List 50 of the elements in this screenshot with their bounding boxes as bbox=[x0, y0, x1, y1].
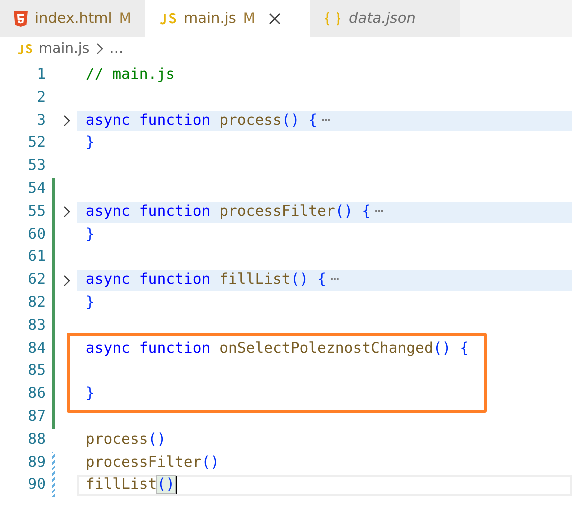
code-line: async function onSelectPoleznostChanged() { bbox=[86, 340, 470, 357]
code-line: fillList() bbox=[86, 476, 178, 494]
javascript-file-icon bbox=[159, 12, 177, 24]
code-line: processFilter() bbox=[86, 454, 220, 471]
tab-label: index.html bbox=[35, 10, 112, 26]
line-number: 88 bbox=[27, 430, 46, 450]
tab-label: main.js bbox=[184, 10, 236, 26]
fold-chevron-icon[interactable] bbox=[62, 274, 70, 287]
fold-chevron-icon[interactable] bbox=[62, 206, 70, 218]
line-number: 84 bbox=[27, 338, 46, 359]
line-number: 52 bbox=[27, 133, 46, 154]
line-number: 90 bbox=[27, 475, 46, 496]
line-number: 60 bbox=[27, 224, 46, 245]
code-line: } bbox=[86, 226, 95, 243]
code-line: async function fillList() { ⋯ bbox=[86, 271, 340, 288]
line-number: 55 bbox=[27, 202, 46, 222]
editor-tab[interactable]: main.js M bbox=[145, 0, 310, 37]
code-line: async function processFilter() { ⋯ bbox=[86, 202, 384, 220]
code-line: // main.js bbox=[86, 66, 176, 83]
code-line: async function process() { ⋯ bbox=[86, 112, 330, 129]
line-number: 61 bbox=[27, 247, 46, 268]
line-number: 1 bbox=[36, 65, 46, 85]
code-line: } bbox=[86, 385, 95, 402]
braces-icon bbox=[324, 12, 342, 26]
line-number: 89 bbox=[27, 452, 46, 473]
editor-tab[interactable]: data.json bbox=[310, 0, 460, 37]
code-line: } bbox=[86, 134, 95, 152]
line-number: 62 bbox=[27, 270, 46, 290]
javascript-file-icon bbox=[17, 44, 33, 54]
line-number: 3 bbox=[36, 110, 46, 131]
line-number: 2 bbox=[36, 88, 46, 108]
breadcrumb-symbol[interactable]: … bbox=[110, 41, 124, 57]
line-number: 53 bbox=[27, 156, 46, 176]
breadcrumb-file[interactable]: main.js bbox=[39, 41, 90, 57]
html-file-icon bbox=[14, 10, 28, 26]
line-number: 87 bbox=[27, 406, 46, 427]
code-line: process() bbox=[86, 430, 166, 448]
line-number: 86 bbox=[27, 384, 46, 404]
line-number: 82 bbox=[27, 292, 46, 313]
close-icon[interactable] bbox=[268, 12, 281, 24]
code-line: } bbox=[86, 294, 95, 311]
editor-tab[interactable]: index.html M bbox=[0, 0, 145, 37]
line-number: 83 bbox=[27, 316, 46, 336]
fold-chevron-icon[interactable] bbox=[62, 114, 70, 127]
chevron-right-icon bbox=[96, 43, 104, 55]
line-number: 54 bbox=[27, 178, 46, 199]
modified-indicator: M bbox=[243, 10, 256, 26]
line-number: 85 bbox=[27, 361, 46, 382]
modified-indicator: M bbox=[119, 10, 132, 26]
tab-label: data.json bbox=[349, 10, 416, 26]
